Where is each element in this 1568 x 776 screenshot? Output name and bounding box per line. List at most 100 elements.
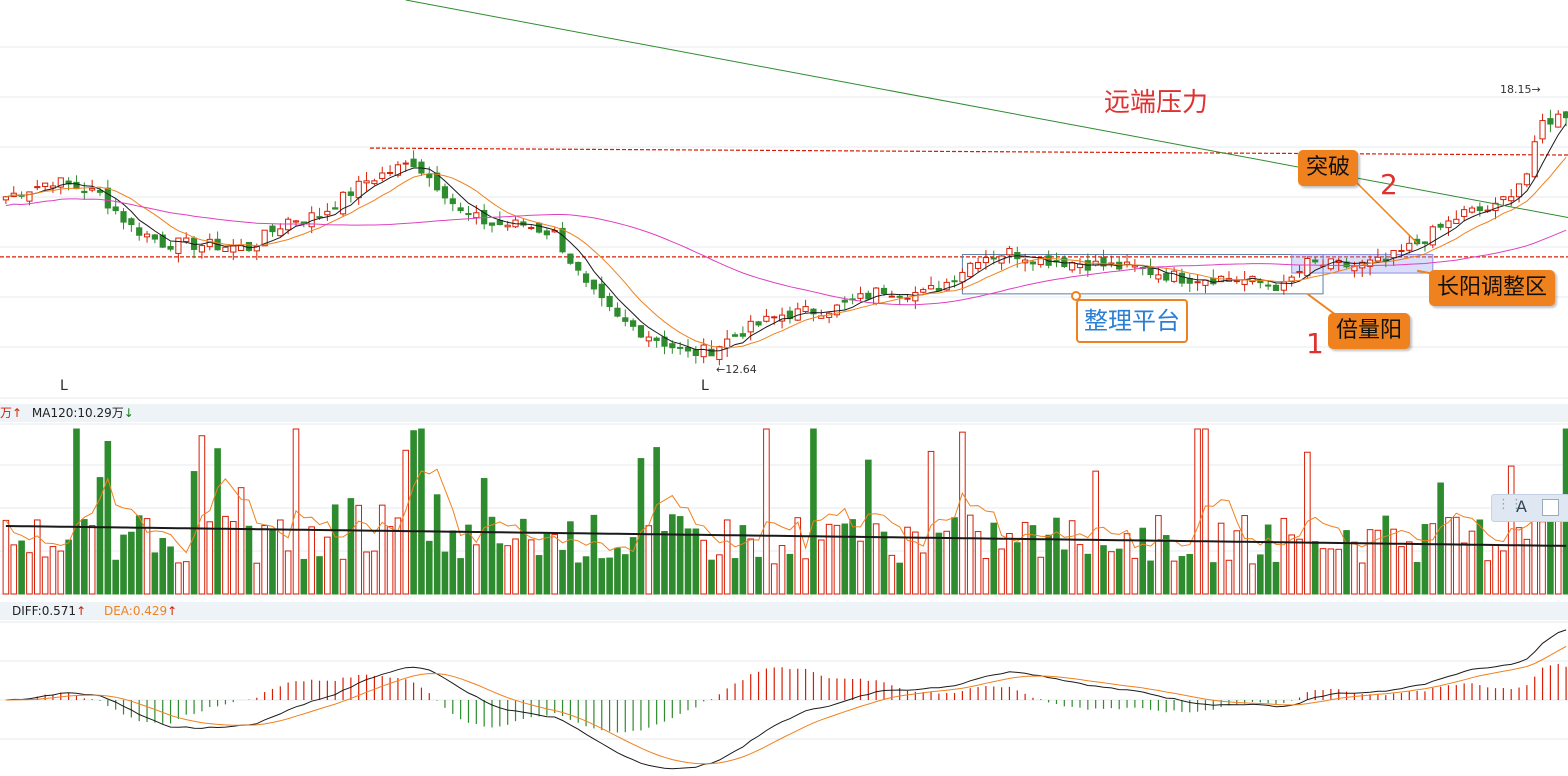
checkbox-icon[interactable]	[1542, 499, 1559, 516]
candle-body	[2, 196, 10, 201]
volume-bar	[371, 550, 378, 595]
volume-bar	[512, 538, 519, 595]
volume-bar	[1131, 557, 1139, 595]
volume-bar	[1429, 523, 1437, 595]
volume-bar	[551, 534, 559, 595]
low-marker-2: L	[701, 378, 709, 394]
volume-bar	[998, 548, 1005, 595]
volume-bar	[653, 447, 660, 595]
volume-bar	[410, 430, 417, 595]
volume-bar	[935, 532, 943, 595]
candle-body	[982, 257, 990, 264]
candle-body	[151, 234, 158, 240]
volume-bar	[1006, 533, 1013, 595]
volume-bar	[849, 519, 856, 595]
volume-bar	[175, 562, 182, 595]
candle-body	[990, 257, 997, 260]
volume-bar	[1084, 553, 1092, 595]
volume-bar	[1061, 549, 1068, 595]
candle-body	[34, 186, 41, 189]
volume-bar	[692, 528, 700, 595]
volume-left-partial: 万	[0, 406, 13, 420]
candle-body	[927, 285, 935, 290]
volume-bar	[872, 523, 880, 595]
volume-bar	[1453, 516, 1460, 595]
candle-body	[967, 262, 974, 278]
volume-bar	[1264, 524, 1272, 595]
candle-body	[755, 321, 762, 326]
candle-body	[1155, 274, 1162, 280]
volume-bar	[802, 558, 809, 595]
candle-body	[339, 191, 347, 215]
candle-body	[143, 233, 151, 238]
candle-body	[277, 228, 284, 237]
candle-body	[1374, 256, 1382, 262]
candle-body	[559, 227, 566, 253]
volume-bar	[865, 459, 872, 595]
candle-body	[645, 336, 652, 342]
volume-bar	[1500, 550, 1507, 595]
volume-bar	[496, 543, 504, 595]
candle-body	[1468, 207, 1476, 213]
volume-bar	[1241, 515, 1248, 595]
arrow-up-icon: ↑	[12, 406, 23, 420]
volume-bar	[1233, 530, 1241, 595]
candle-body	[739, 333, 746, 337]
volume-bar	[1123, 533, 1131, 595]
adjust-zone-callout: 长阳调整区	[1429, 270, 1556, 306]
candle-body	[1476, 206, 1483, 212]
volume-bar	[888, 554, 896, 595]
dea-line	[5, 646, 1567, 765]
candle-body	[1029, 261, 1037, 265]
volume-bar	[418, 428, 425, 595]
volume-bar	[1405, 541, 1413, 595]
volume-bar	[1186, 553, 1194, 595]
candle-body	[1445, 220, 1452, 229]
volume-bar	[104, 440, 112, 595]
candle-body	[112, 206, 119, 212]
volume-bar	[919, 552, 927, 595]
drawing-toolbar: ⋮⋮ A	[1491, 494, 1568, 522]
volume-bar	[245, 525, 253, 595]
macd-panel	[5, 629, 1567, 770]
candle-body	[167, 245, 174, 250]
candle-body	[292, 220, 300, 223]
volume-bar	[1076, 544, 1084, 595]
candle-body	[684, 346, 692, 352]
candle-body	[731, 334, 739, 337]
candle-body	[269, 225, 276, 233]
volume-bar	[817, 539, 825, 595]
low-value-label: ←12.64	[716, 363, 757, 376]
candle-body	[355, 180, 362, 199]
volume-bar	[857, 540, 864, 595]
candle-body	[543, 230, 550, 236]
candle-body	[841, 299, 848, 303]
text-tool-icon[interactable]: A	[1516, 497, 1527, 516]
candle-body	[1523, 173, 1530, 186]
low-marker-1: L	[60, 378, 68, 394]
volume-bar	[1351, 541, 1358, 595]
volume-bar	[112, 559, 119, 595]
volume-bar	[747, 538, 755, 595]
candle-body	[677, 346, 684, 349]
volume-bar	[1421, 524, 1429, 595]
volume-bar	[982, 558, 990, 595]
volume-bar	[559, 549, 566, 595]
candle-body	[1006, 247, 1013, 256]
volume-bar	[473, 544, 480, 595]
volume-bar	[433, 494, 441, 595]
volume-bars	[2, 428, 1568, 595]
volume-bar	[1178, 556, 1186, 595]
candle-body	[637, 325, 645, 338]
candle-body	[1241, 279, 1248, 285]
volume-bar	[81, 519, 88, 595]
candle-body	[904, 297, 911, 300]
volume-bar	[1296, 538, 1303, 595]
volume-bar	[786, 553, 794, 595]
volume-bar	[2, 519, 10, 595]
candle-body	[582, 273, 590, 283]
volume-bar	[527, 539, 535, 595]
candle-body	[504, 224, 511, 228]
volume-bar	[1484, 560, 1491, 595]
candle-body	[1272, 284, 1280, 292]
